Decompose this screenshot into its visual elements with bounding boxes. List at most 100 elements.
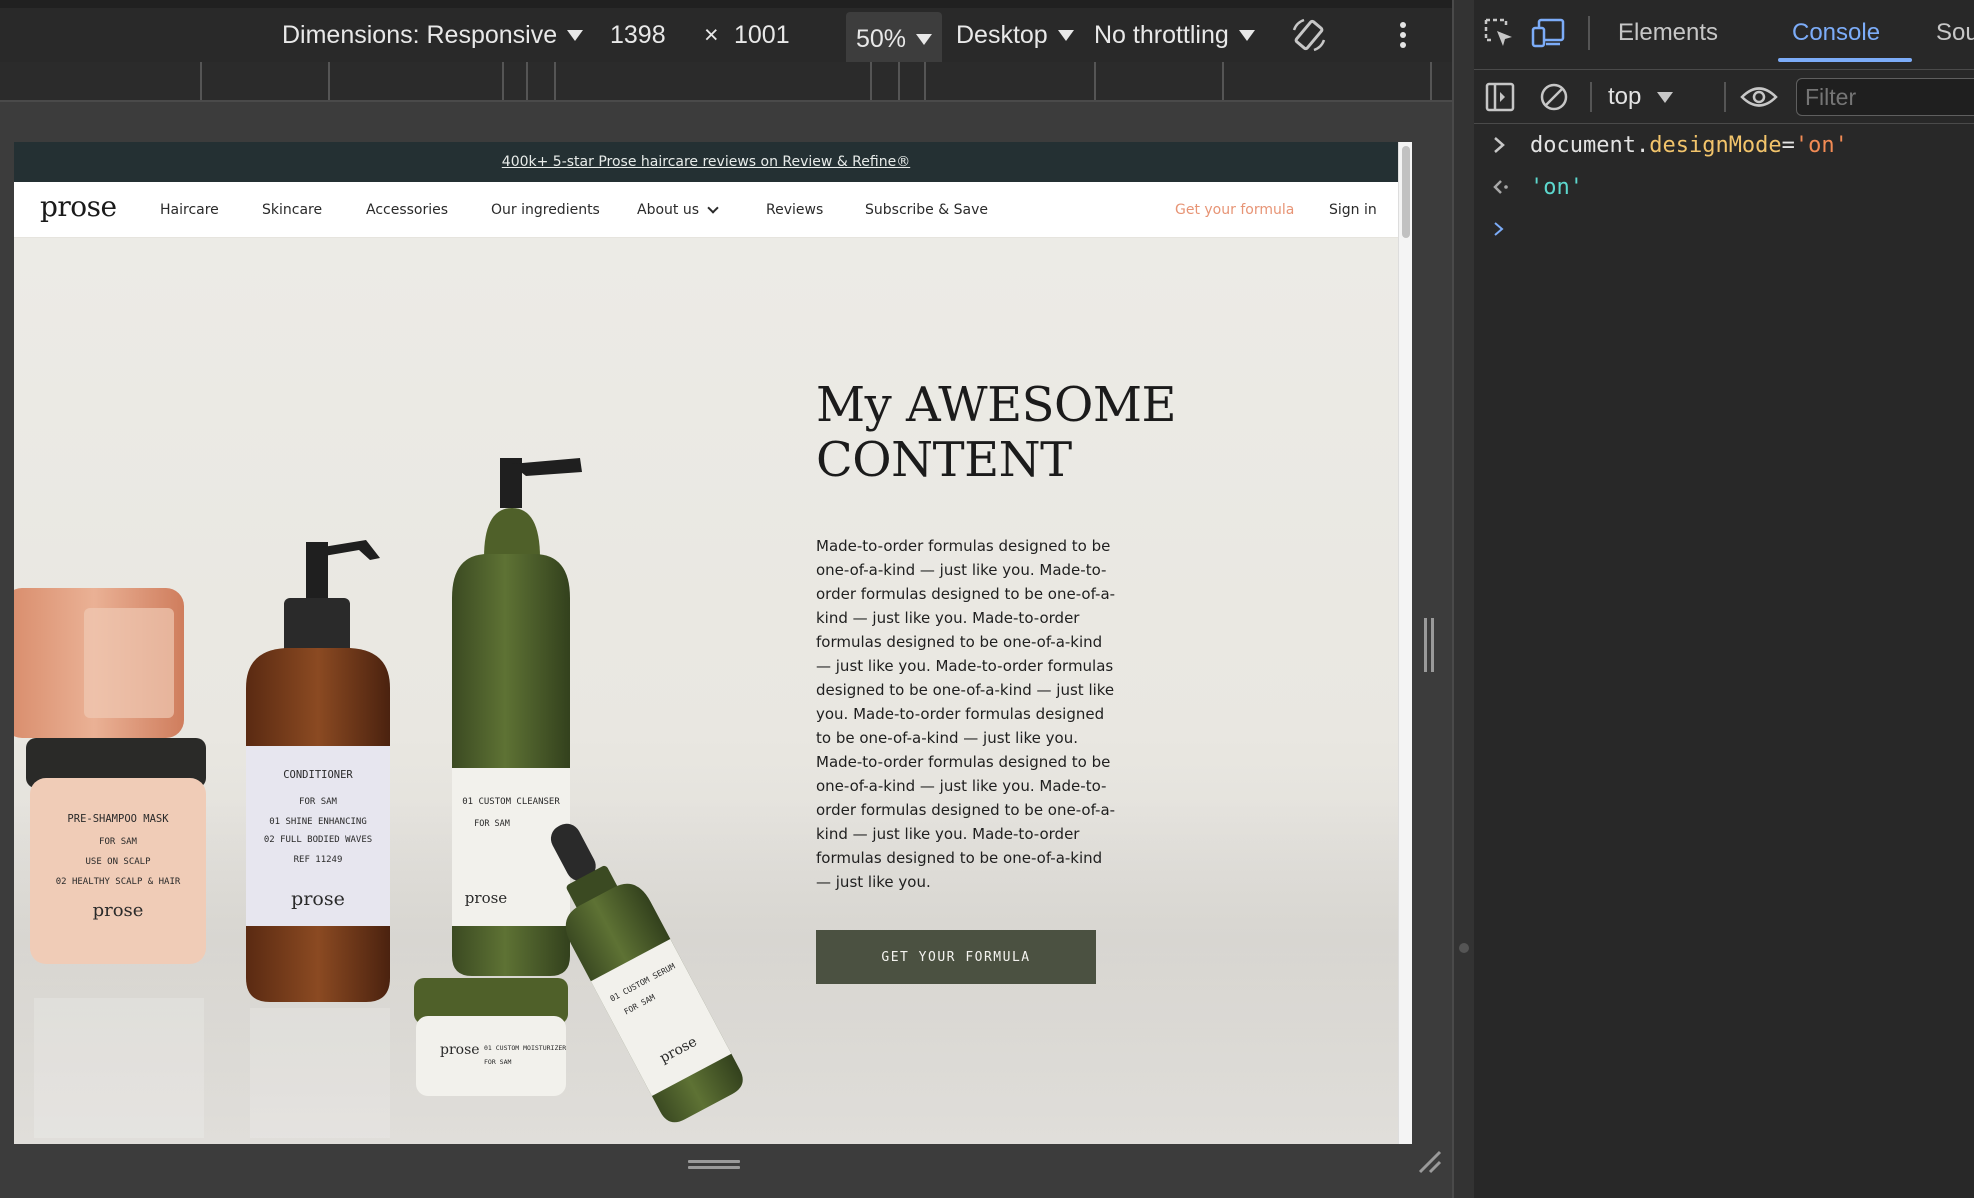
nav-about-us-label: About us xyxy=(637,202,700,218)
moisturizer-jar: prose 01 CUSTOM MOISTURIZER FOR SAM xyxy=(414,978,568,1096)
emulated-viewport: 400k+ 5-star Prose haircare reviews on R… xyxy=(14,142,1412,1144)
return-arrow-icon xyxy=(1492,166,1510,208)
ruler-tick xyxy=(200,62,202,100)
cleanser-pump-bottle: 01 CUSTOM CLEANSER FOR SAM prose xyxy=(452,458,582,976)
tab-sources[interactable]: Sourc xyxy=(1936,0,1974,66)
ruler-tick xyxy=(526,62,528,100)
inspect-element-button[interactable] xyxy=(1482,0,1516,66)
device-mode-icon xyxy=(1531,18,1565,48)
conditioner-label-for: FOR SAM xyxy=(299,797,338,807)
conditioner-brand: prose xyxy=(291,888,345,910)
nav-accessories[interactable]: Accessories xyxy=(366,182,448,238)
nav-our-ingredients[interactable]: Our ingredients xyxy=(491,182,600,238)
cleanser-label-name: 01 CUSTOM CLEANSER xyxy=(462,797,560,807)
prose-logo[interactable]: prose xyxy=(40,190,117,223)
ruler-tick xyxy=(328,62,330,100)
moisturizer-label-for: FOR SAM xyxy=(484,1058,511,1066)
nav-haircare[interactable]: Haircare xyxy=(160,182,219,238)
console-result-line: 'on' xyxy=(1474,166,1974,208)
dropdown-arrow-icon xyxy=(1657,91,1674,103)
page-scrollbar[interactable] xyxy=(1398,142,1412,1144)
devtools-panel: Elements Console Sourc top xyxy=(1452,0,1974,1198)
device-type-dropdown[interactable]: Desktop xyxy=(956,8,1074,62)
console-filter-input[interactable] xyxy=(1796,78,1974,116)
splitter-dot-icon xyxy=(1459,943,1469,953)
code-property: designMode xyxy=(1649,132,1782,158)
ruler-tick xyxy=(898,62,900,100)
announcement-bar: 400k+ 5-star Prose haircare reviews on R… xyxy=(14,142,1398,182)
dropdown-arrow-icon xyxy=(567,29,584,41)
cleanser-brand: prose xyxy=(465,889,508,907)
sidebar-icon xyxy=(1485,82,1515,112)
inspect-icon xyxy=(1484,18,1512,46)
tab-elements[interactable]: Elements xyxy=(1618,0,1718,66)
mask-label-name: PRE-SHAMPOO MASK xyxy=(67,813,169,825)
nav-subscribe-save[interactable]: Subscribe & Save xyxy=(865,182,988,238)
dimensions-dropdown[interactable]: Dimensions: Responsive xyxy=(282,8,584,62)
announcement-link[interactable]: 400k+ 5-star Prose haircare reviews on R… xyxy=(502,154,910,170)
context-selector[interactable]: top xyxy=(1608,70,1674,124)
console-toolbar: top xyxy=(1474,70,1974,124)
scrollbar-thumb[interactable] xyxy=(1402,146,1410,238)
corner-resize-icon[interactable] xyxy=(1416,1148,1444,1176)
moisturizer-label-name: 01 CUSTOM MOISTURIZER xyxy=(484,1044,566,1052)
code-object: document. xyxy=(1530,132,1650,158)
height-input[interactable]: 1001 xyxy=(734,8,790,62)
conditioner-label-b2: 02 FULL BODIED WAVES xyxy=(264,835,372,845)
clear-console-button[interactable] xyxy=(1538,70,1570,124)
ruler-tick xyxy=(924,62,926,100)
prompt-chevron-icon xyxy=(1492,208,1506,250)
device-toolbar-toggle[interactable] xyxy=(1530,0,1566,66)
show-sidebar-button[interactable] xyxy=(1484,70,1516,124)
dimension-separator: × xyxy=(704,8,719,62)
console-prompt[interactable] xyxy=(1474,208,1974,250)
media-query-ruler[interactable] xyxy=(0,62,1452,102)
throttling-dropdown[interactable]: No throttling xyxy=(1094,8,1255,62)
nav-sign-in[interactable]: Sign in xyxy=(1329,182,1377,238)
right-resize-handle[interactable] xyxy=(1424,618,1438,672)
nav-skincare[interactable]: Skincare xyxy=(262,182,322,238)
hero-section: PRE-SHAMPOO MASK FOR SAM USE ON SCALP 02… xyxy=(14,238,1398,1144)
ruler-tick xyxy=(1094,62,1096,100)
console-output: document. designMode = 'on' 'on' xyxy=(1474,124,1974,250)
devtools-tab-bar: Elements Console Sourc xyxy=(1474,0,1974,70)
rotate-icon xyxy=(1292,18,1326,52)
active-tab-indicator xyxy=(1778,58,1912,62)
conditioner-label-b1: 01 SHINE ENHANCING xyxy=(269,817,367,827)
hero-description: Made-to-order formulas designed to be on… xyxy=(816,537,1116,891)
live-expression-button[interactable] xyxy=(1740,70,1778,124)
ruler-tick xyxy=(554,62,556,100)
devtools-splitter[interactable] xyxy=(1454,0,1474,1198)
reflection xyxy=(250,1008,390,1138)
times-icon: × xyxy=(704,20,719,49)
mask-label-benefit: 02 HEALTHY SCALP & HAIR xyxy=(56,877,181,887)
ruler-tick xyxy=(1430,62,1432,100)
chevron-right-icon xyxy=(1492,124,1506,166)
nav-get-your-formula[interactable]: Get your formula xyxy=(1175,182,1294,238)
nav-reviews[interactable]: Reviews xyxy=(766,182,823,238)
more-options-button[interactable] xyxy=(1398,8,1408,62)
mask-label-use: USE ON SCALP xyxy=(85,857,151,867)
pre-shampoo-mask-jar: PRE-SHAMPOO MASK FOR SAM USE ON SCALP 02… xyxy=(26,738,206,964)
conditioner-label-name: CONDITIONER xyxy=(283,769,353,781)
device-mode-pane: Dimensions: Responsive 1398 × 1001 50% D… xyxy=(0,0,1452,1198)
zoom-dropdown[interactable]: 50% xyxy=(846,12,943,66)
width-input[interactable]: 1398 xyxy=(610,8,666,62)
cleanser-label-for: FOR SAM xyxy=(474,819,510,829)
get-your-formula-button[interactable]: GET YOUR FORMULA xyxy=(816,930,1096,984)
dropdown-arrow-icon xyxy=(1238,29,1255,41)
height-value: 1001 xyxy=(734,20,790,49)
rotate-button[interactable] xyxy=(1290,8,1328,62)
device-type-value: Desktop xyxy=(956,20,1048,49)
clear-icon xyxy=(1540,83,1568,111)
reflection xyxy=(34,998,204,1138)
eye-icon xyxy=(1740,87,1778,107)
bottom-resize-handle[interactable] xyxy=(688,1160,740,1170)
console-input-line: document. designMode = 'on' xyxy=(1474,124,1974,166)
conditioner-bottle: CONDITIONER FOR SAM 01 SHINE ENHANCING 0… xyxy=(246,540,390,1002)
tab-console[interactable]: Console xyxy=(1792,0,1880,66)
toolbar-divider xyxy=(1590,82,1592,112)
nav-about-us[interactable]: About us xyxy=(637,182,719,238)
peach-tube xyxy=(14,588,184,738)
zoom-value: 50% xyxy=(856,24,907,53)
